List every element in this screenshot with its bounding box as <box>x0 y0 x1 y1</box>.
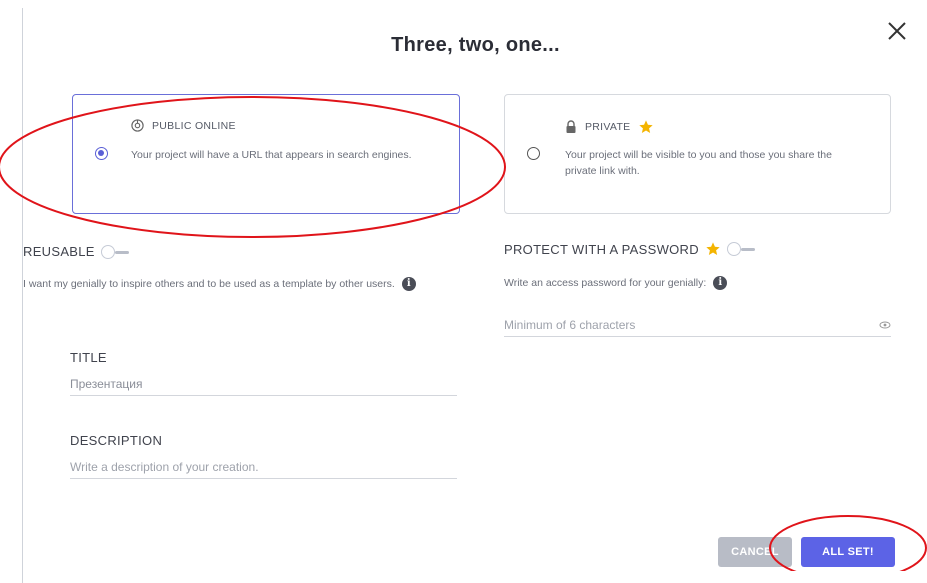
reusable-help-text: I want my genially to inspire others and… <box>23 278 395 290</box>
publish-dialog: Three, two, one... PUBLIC ONLINE Your pr… <box>22 8 927 583</box>
reusable-help: I want my genially to inspire others and… <box>23 274 453 294</box>
title-label-text: TITLE <box>70 350 107 365</box>
private-radio[interactable] <box>527 147 540 160</box>
cancel-button[interactable]: CANCEL <box>718 537 792 567</box>
description-label: DESCRIPTION <box>70 433 162 448</box>
toggle-knob <box>726 242 741 256</box>
toggle-knob <box>100 244 115 259</box>
info-icon[interactable]: i <box>713 276 728 291</box>
public-option-label: PUBLIC ONLINE <box>152 119 236 132</box>
password-input[interactable] <box>504 314 891 336</box>
password-help: Write an access password for your genial… <box>504 273 904 293</box>
password-field <box>504 314 891 337</box>
public-radio[interactable] <box>95 147 108 160</box>
option-private[interactable]: PRIVATE Your project will be visible to … <box>504 94 891 214</box>
lock-icon <box>566 120 576 133</box>
title-field <box>70 373 457 396</box>
description-field <box>70 456 457 479</box>
star-icon <box>706 242 720 255</box>
password-label: PROTECT WITH A PASSWORD <box>504 241 699 257</box>
description-input[interactable] <box>70 456 457 478</box>
reusable-toggle[interactable] <box>100 244 131 259</box>
star-icon <box>639 120 654 133</box>
info-icon[interactable]: i <box>401 277 416 292</box>
public-option-header: PUBLIC ONLINE <box>131 119 236 132</box>
toggle-track <box>114 250 129 254</box>
reusable-section-label: REUSABLE <box>23 244 131 259</box>
toggle-track <box>740 248 755 251</box>
title-label: TITLE <box>70 350 107 365</box>
public-option-description: Your project will have a URL that appear… <box>131 149 412 161</box>
description-label-text: DESCRIPTION <box>70 433 163 448</box>
reusable-label: REUSABLE <box>23 244 95 259</box>
password-section-label: PROTECT WITH A PASSWORD <box>504 241 757 257</box>
private-option-description: Your project will be visible to you and … <box>565 149 832 177</box>
title-input[interactable] <box>70 373 457 395</box>
all-set-button[interactable]: ALL SET! <box>801 537 895 567</box>
option-public-online[interactable]: PUBLIC ONLINE Your project will have a U… <box>72 94 460 214</box>
password-toggle[interactable] <box>726 242 757 256</box>
private-option-header: PRIVATE <box>565 119 654 135</box>
eye-icon[interactable] <box>879 319 891 331</box>
globe-icon <box>131 119 144 132</box>
modal-title: Three, two, one... <box>391 34 560 56</box>
private-option-label: PRIVATE <box>585 121 631 133</box>
password-help-text: Write an access password for your genial… <box>504 277 707 289</box>
